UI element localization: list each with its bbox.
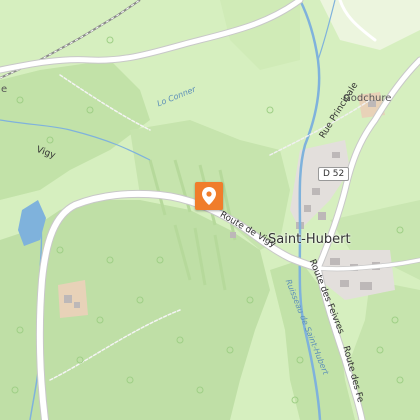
farm-area [58,280,88,318]
town-label-saint-hubert: Saint-Hubert [268,232,351,247]
road-shield-d52: D 52 [318,167,350,181]
poi-marker[interactable] [195,182,223,210]
map-canvas[interactable]: Vigy Lo Conner Godchure Rue Principale D… [0,0,420,420]
place-label-edge: e [1,84,8,95]
location-pin-icon [202,187,216,205]
map-base-layer [0,0,420,420]
